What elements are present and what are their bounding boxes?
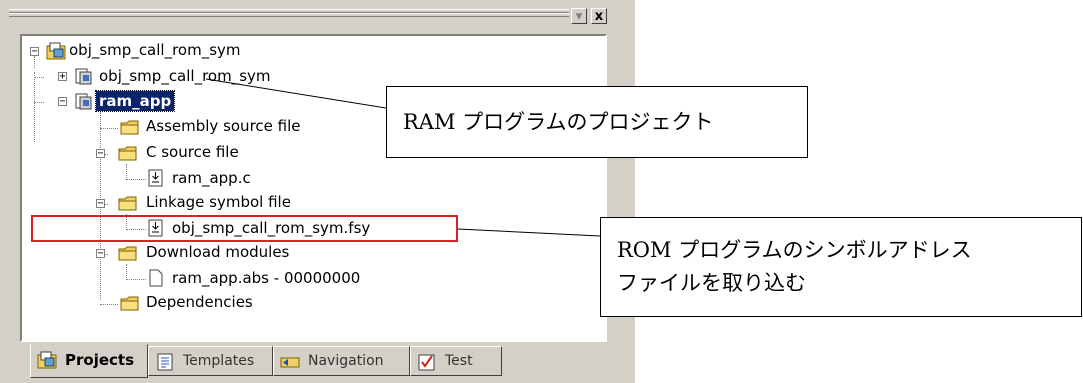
tab-test[interactable]: Test: [410, 346, 502, 376]
tree-item-workspace[interactable]: obj_smp_call_rom_sym: [69, 40, 241, 60]
test-icon: [418, 354, 435, 371]
tab-projects[interactable]: Projects: [30, 344, 148, 378]
callout-ram-project: RAM プログラムのプロジェクト: [386, 86, 808, 158]
tab-templates[interactable]: Templates: [148, 346, 273, 376]
navigation-icon: [280, 357, 300, 368]
restore-button[interactable]: ▾: [571, 8, 587, 24]
tab-label: Test: [445, 353, 473, 369]
source-file-icon: [148, 169, 163, 187]
project-icon: [75, 68, 92, 85]
callout-rom-symbol: ROM プログラムのシンボルアドレス ファイルを取り込む: [600, 217, 1082, 317]
workspace-icon: [46, 42, 66, 60]
templates-icon: [157, 353, 173, 371]
project-tree: − obj_smp_call_rom_sym + obj_smp_call_ro…: [20, 34, 607, 342]
titlebar-grip[interactable]: [9, 13, 569, 17]
collapse-toggle[interactable]: −: [96, 149, 105, 159]
tree-item-project-selected[interactable]: ram_app: [94, 90, 176, 112]
tree-item-file[interactable]: ram_app.c: [172, 168, 251, 188]
tree-item-folder[interactable]: Download modules: [146, 242, 289, 262]
tree-item-file[interactable]: ram_app.abs - 00000000: [172, 268, 360, 288]
folder-icon: [120, 120, 139, 135]
callout-text: ファイルを取り込む: [617, 271, 806, 295]
tab-navigation[interactable]: Navigation: [273, 346, 410, 376]
tree-item-project[interactable]: obj_smp_call_rom_sym: [99, 66, 271, 86]
projects-icon: [37, 351, 57, 369]
expand-toggle[interactable]: +: [58, 72, 67, 82]
workspace-tabs: Projects Templates Navigation Test: [20, 344, 620, 380]
close-button[interactable]: x: [591, 8, 607, 24]
tab-label: Projects: [65, 351, 135, 369]
tab-label: Navigation: [308, 353, 384, 369]
tree-item-folder[interactable]: Assembly source file: [146, 116, 301, 136]
tab-label: Templates: [183, 353, 255, 369]
panel-titlebar: ▾ x: [3, 5, 633, 31]
project-icon: [75, 93, 92, 110]
tree-item-folder[interactable]: C source file: [146, 142, 239, 162]
folder-icon: [118, 246, 137, 261]
workspace-panel: ▾ x − obj_smp_call_rom_sym + obj_smp_cal…: [0, 0, 635, 383]
collapse-toggle[interactable]: −: [96, 199, 105, 209]
callout-text: RAM プログラムのプロジェクト: [403, 110, 714, 134]
tree-item-folder[interactable]: Linkage symbol file: [146, 192, 291, 212]
folder-icon: [118, 196, 137, 211]
folder-icon: [118, 146, 137, 161]
linkage-file-highlight: [31, 215, 458, 242]
collapse-toggle[interactable]: −: [96, 249, 105, 259]
collapse-toggle[interactable]: −: [30, 47, 39, 57]
document-icon: [149, 269, 163, 287]
collapse-toggle[interactable]: −: [58, 97, 67, 107]
folder-icon: [120, 296, 139, 311]
callout-text: ROM プログラムのシンボルアドレス: [617, 238, 972, 262]
tree-item-folder[interactable]: Dependencies: [146, 292, 253, 312]
